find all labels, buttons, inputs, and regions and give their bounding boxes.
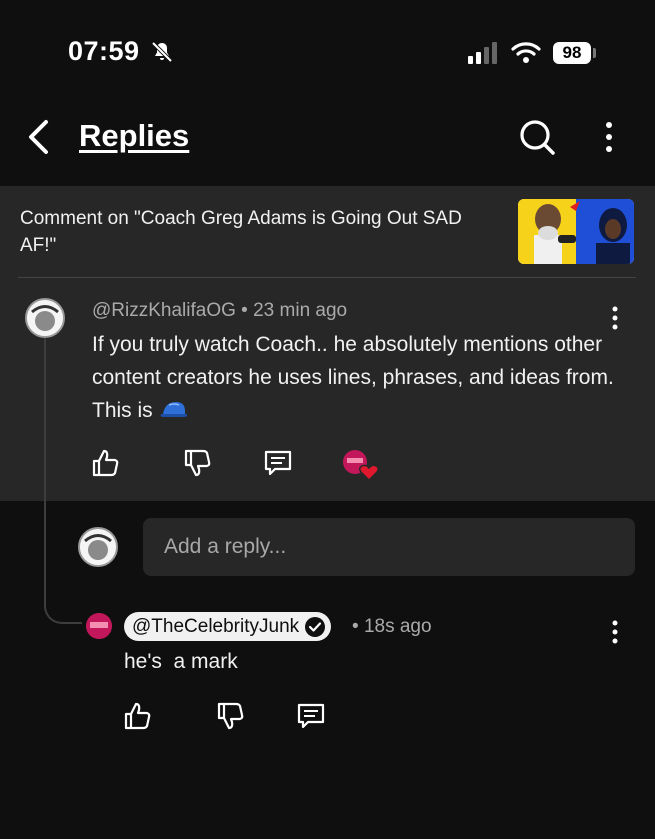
thread-connector bbox=[44, 594, 82, 624]
comment-author-line: @RizzKhalifaOG • 23 min ago bbox=[92, 300, 347, 322]
like-icon[interactable] bbox=[90, 448, 120, 478]
creator-heart-icon bbox=[343, 450, 380, 481]
creator-name-chip[interactable]: @TheCelebrityJunk bbox=[124, 612, 332, 641]
page-title: Replies bbox=[79, 118, 190, 153]
reply-meta: • 18s ago bbox=[352, 616, 432, 638]
reply-icon[interactable] bbox=[296, 701, 326, 731]
blue-cap-emoji-icon bbox=[160, 402, 187, 417]
reply-avatar[interactable] bbox=[86, 613, 112, 639]
battery-level: 98 bbox=[553, 42, 591, 64]
bell-muted-icon bbox=[151, 41, 173, 63]
battery-tip bbox=[593, 48, 596, 58]
comment-context-text: Comment on "Coach Greg Adams is Going Ou… bbox=[20, 208, 462, 256]
reply-icon[interactable] bbox=[263, 448, 293, 478]
my-avatar bbox=[78, 527, 118, 567]
meta-separator: • bbox=[352, 616, 364, 637]
reply-age: 18s ago bbox=[363, 616, 432, 637]
comment-age: 23 min ago bbox=[253, 300, 348, 321]
status-time: 07:59 bbox=[68, 36, 140, 66]
signal-icon bbox=[468, 42, 497, 64]
video-thumbnail[interactable] bbox=[518, 199, 634, 264]
reply-text: he's a mark bbox=[124, 650, 238, 673]
comment-author[interactable]: @RizzKhalifaOG bbox=[92, 300, 236, 321]
like-icon[interactable] bbox=[122, 701, 152, 731]
verified-check-icon bbox=[305, 616, 326, 637]
avatar[interactable] bbox=[25, 298, 65, 338]
dislike-icon[interactable] bbox=[182, 448, 212, 478]
wifi-icon bbox=[511, 42, 541, 63]
reply-more-icon[interactable] bbox=[609, 619, 621, 645]
thread-line bbox=[44, 338, 46, 594]
comment-text-block: If you truly watch Coach.. he absolutely… bbox=[92, 328, 622, 427]
reply-author: @TheCelebrityJunk bbox=[132, 616, 300, 637]
dislike-icon[interactable] bbox=[215, 701, 245, 731]
add-reply-input[interactable] bbox=[143, 518, 635, 576]
more-options-icon[interactable] bbox=[598, 120, 620, 154]
meta-separator: • bbox=[241, 300, 254, 321]
back-arrow-icon[interactable] bbox=[24, 118, 52, 156]
search-icon[interactable] bbox=[518, 118, 556, 156]
